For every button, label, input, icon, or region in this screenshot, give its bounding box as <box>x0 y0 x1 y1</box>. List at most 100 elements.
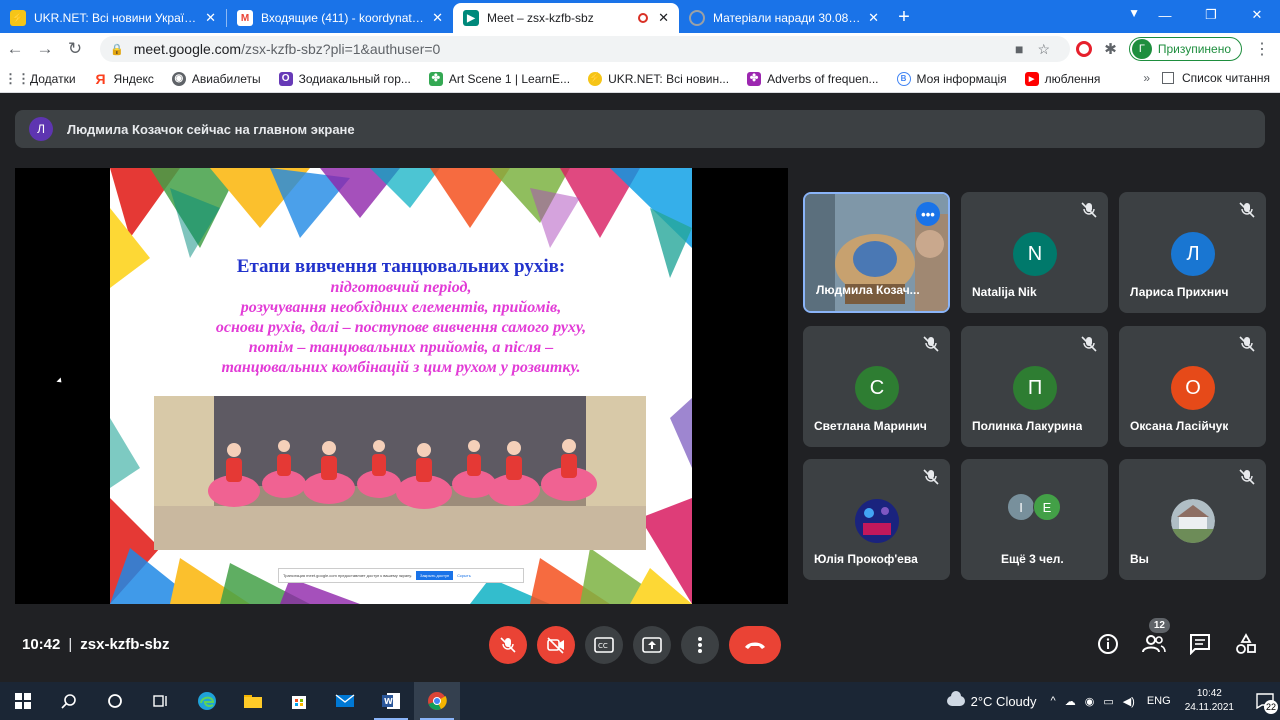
close-window-icon[interactable]: ✕ <box>1234 0 1280 30</box>
meeting-details-button[interactable] <box>1096 632 1120 656</box>
language-indicator[interactable]: ENG <box>1147 695 1171 707</box>
network-icon[interactable]: ▭ <box>1103 695 1113 708</box>
new-tab-button[interactable]: + <box>889 3 919 33</box>
participant-tile[interactable]: Л Лариса Прихнич <box>1119 192 1266 313</box>
stop-sharing-button[interactable]: Закрыть доступ <box>416 571 454 580</box>
more-vert-icon <box>698 637 702 653</box>
address-bar[interactable]: 🔒 meet.google.com/zsx-kzfb-sbz?pli=1&aut… <box>100 36 1070 62</box>
chrome-app[interactable] <box>414 682 460 720</box>
chat-button[interactable] <box>1188 632 1212 656</box>
close-tab-icon[interactable]: ✕ <box>205 10 216 26</box>
mic-off-icon <box>1239 469 1255 485</box>
slide-line: потім – танцювальних прийомів, а після – <box>248 339 554 356</box>
tab-ukrnet[interactable]: ⚡ UKR.NET: Всі новини України, ос ✕ <box>0 3 226 33</box>
camera-permission-icon[interactable]: ■ <box>1015 41 1023 58</box>
bookmarks-bar: ⋮⋮ Додатки Я Яндекс ◉ Авиабилеты O Зодиакаль… <box>0 65 1280 93</box>
leave-call-button[interactable] <box>729 626 781 664</box>
weather-widget[interactable]: 2°C Cloudy <box>946 691 1037 709</box>
participant-tile[interactable]: Юлія Прокоф'ева <box>803 459 950 580</box>
slide-line: підготовчий період, <box>330 279 472 296</box>
show-hidden-icons-icon[interactable]: ^ <box>1051 695 1056 708</box>
restore-icon[interactable]: ❐ <box>1188 0 1234 30</box>
participant-tile-others[interactable]: I E Ещё 3 чел. <box>961 459 1108 580</box>
participant-tile[interactable]: С Светлана Маринич <box>803 326 950 447</box>
profile-button[interactable]: Г Призупинено <box>1128 37 1242 61</box>
participant-tile[interactable]: О Оксана Ласійчук <box>1119 326 1266 447</box>
captions-button[interactable]: CC <box>585 626 623 664</box>
url-host: meet.google.com <box>133 41 242 57</box>
minimize-icon[interactable]: — <box>1142 0 1188 30</box>
action-center-button[interactable]: 22 <box>1250 682 1280 720</box>
bookmark-zodiac[interactable]: O Зодиакальный гор... <box>278 71 411 86</box>
tab-gmail[interactable]: M Входящие (411) - koordynatzia@ ✕ <box>227 3 453 33</box>
present-screen-icon <box>642 637 662 653</box>
participant-name: Светлана Маринич <box>814 419 927 433</box>
participant-name: Вы <box>1130 552 1149 566</box>
taskbar-clock[interactable]: 10:42 24.11.2021 <box>1185 687 1234 715</box>
participant-tile-self[interactable]: Вы <box>1119 459 1266 580</box>
back-icon[interactable]: ← <box>0 39 30 59</box>
forward-icon[interactable]: → <box>30 39 60 59</box>
people-button[interactable]: 12 <box>1142 618 1170 656</box>
bookmark-apps[interactable]: ⋮⋮ Додатки <box>4 71 76 86</box>
windows-taskbar: W 2°C Cloudy ^ ☁ ◉ ▭ ◀) ENG 10:42 24.11.… <box>0 682 1280 720</box>
bookmark-ukrnet[interactable]: ⚡ UKR.NET: Всі новин... <box>588 71 729 86</box>
microphone-icon[interactable]: ◉ <box>1085 695 1095 708</box>
present-screen-button[interactable] <box>633 626 671 664</box>
tray-icons: ^ ☁ ◉ ▭ ◀) <box>1051 695 1135 708</box>
participant-photo-avatar <box>855 499 899 543</box>
start-button[interactable] <box>0 682 46 720</box>
captions-icon: CC <box>594 637 614 653</box>
volume-icon[interactable]: ◀) <box>1123 695 1135 708</box>
browser-menu-icon[interactable]: ⋮ <box>1254 39 1270 59</box>
search-button[interactable] <box>46 682 92 720</box>
mail-icon <box>335 694 355 707</box>
bookmark-youtube[interactable]: ▶ люблення <box>1024 71 1100 86</box>
cortana-button[interactable] <box>92 682 138 720</box>
reload-icon[interactable]: ↻ <box>60 39 90 59</box>
mail-app[interactable] <box>322 682 368 720</box>
participant-name: Людмила Козач... <box>816 283 920 297</box>
bookmark-yandex[interactable]: Я Яндекс <box>94 71 154 87</box>
file-explorer-app[interactable] <box>230 682 276 720</box>
opera-extension-icon[interactable] <box>1076 41 1093 57</box>
extensions-puzzle-icon[interactable]: ✱ <box>1104 40 1117 58</box>
bookmark-art-scene[interactable]: ✤ Art Scene 1 | LearnE... <box>428 71 570 86</box>
tab-materials[interactable]: Матеріали наради 30.08 » КНЗ Н ✕ <box>679 3 889 33</box>
word-app[interactable]: W <box>368 682 414 720</box>
mic-toggle-button[interactable] <box>489 626 527 664</box>
bookmark-flights[interactable]: ◉ Авиабилеты <box>171 71 261 86</box>
bookmark-star-icon[interactable]: ☆ <box>1037 41 1050 58</box>
participant-tile[interactable]: П Полинка Лакурина <box>961 326 1108 447</box>
presentation-stage[interactable]: Етапи вивчення танцювальних рухів: підго… <box>15 168 788 604</box>
bookmarks-overflow-icon[interactable]: » <box>1143 71 1150 85</box>
bookmark-my-info[interactable]: B Моя інформація <box>896 71 1007 86</box>
presenter-avatar: Л <box>29 117 53 141</box>
store-app[interactable] <box>276 682 322 720</box>
edge-app[interactable] <box>184 682 230 720</box>
reading-list-button[interactable]: Список читання <box>1161 71 1270 85</box>
tab-meet[interactable]: ▶ Meet – zsx-kzfb-sbz ✕ <box>453 3 679 33</box>
participant-tile[interactable]: N Natalija Nik <box>961 192 1108 313</box>
onedrive-icon[interactable]: ☁ <box>1065 695 1076 708</box>
bookmark-adverbs[interactable]: ✤ Adverbs of frequen... <box>747 71 879 86</box>
close-tab-icon[interactable]: ✕ <box>658 10 669 26</box>
more-options-icon[interactable]: ••• <box>916 202 940 226</box>
camera-toggle-button[interactable] <box>537 626 575 664</box>
participant-avatar: N <box>1013 232 1057 276</box>
profile-status: Призупинено <box>1157 42 1231 56</box>
participant-tile-presenter[interactable]: ••• Людмила Козач... <box>803 192 950 313</box>
hang-up-icon <box>745 642 765 649</box>
hide-notice-button[interactable]: Скрыть <box>457 573 471 578</box>
cortana-icon <box>108 694 122 708</box>
more-options-button[interactable] <box>681 626 719 664</box>
close-tab-icon[interactable]: ✕ <box>868 10 879 26</box>
lock-icon[interactable]: 🔒 <box>110 43 124 56</box>
dancers-photo <box>154 396 646 550</box>
participant-avatar: О <box>1171 366 1215 410</box>
close-tab-icon[interactable]: ✕ <box>432 10 443 26</box>
activities-button[interactable] <box>1234 632 1258 656</box>
participant-name: Ещё 3 чел. <box>1001 552 1064 566</box>
tab-search-icon[interactable]: ▼ <box>1128 6 1140 20</box>
task-view-button[interactable] <box>138 682 184 720</box>
